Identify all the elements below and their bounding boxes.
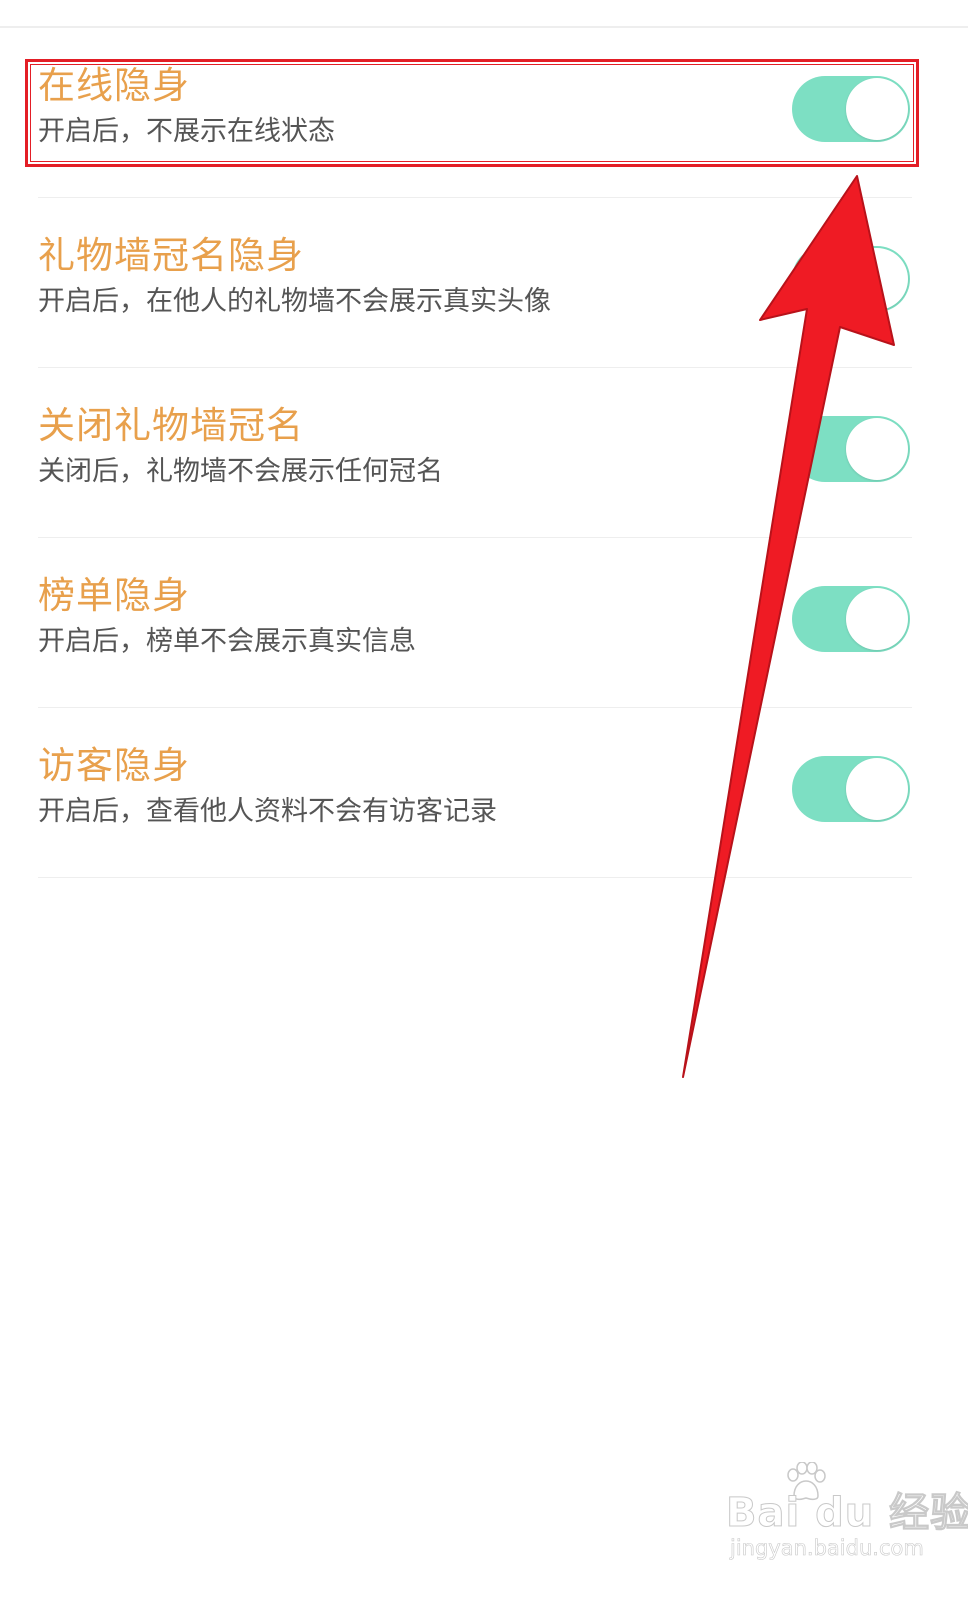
setting-description: 开启后，在他人的礼物墙不会展示真实头像 [38, 286, 551, 317]
setting-description: 开启后，查看他人资料不会有访客记录 [38, 796, 497, 827]
leaderboard-invisible-toggle[interactable] [792, 586, 910, 652]
gift-wall-naming-invisible-toggle[interactable] [792, 246, 910, 312]
setting-title: 礼物墙冠名隐身 [38, 234, 304, 277]
setting-row-visitor-invisible: 访客隐身 开启后，查看他人资料不会有访客记录 [0, 708, 968, 878]
setting-text: 榜单隐身 开启后，榜单不会展示真实信息 [38, 574, 416, 660]
setting-title: 榜单隐身 [38, 574, 190, 617]
setting-description: 关闭后，礼物墙不会展示任何冠名 [38, 456, 443, 487]
toggle-knob [846, 248, 908, 310]
setting-description: 开启后，榜单不会展示真实信息 [38, 626, 416, 657]
row-divider [38, 877, 912, 878]
setting-text: 在线隐身 开启后，不展示在线状态 [38, 64, 335, 150]
toggle-knob [846, 758, 908, 820]
setting-row-close-gift-wall-naming: 关闭礼物墙冠名 关闭后，礼物墙不会展示任何冠名 [0, 368, 968, 538]
visitor-invisible-toggle[interactable] [792, 756, 910, 822]
online-invisible-toggle[interactable] [792, 76, 910, 142]
privacy-settings-list: 在线隐身 开启后，不展示在线状态 礼物墙冠名隐身 开启后，在他人的礼物墙不会展示… [0, 28, 968, 878]
setting-title: 访客隐身 [38, 744, 190, 787]
baidu-jingyan-watermark: Bai du 经验 jingyan.baidu.com [725, 1462, 968, 1572]
setting-row-leaderboard-invisible: 榜单隐身 开启后，榜单不会展示真实信息 [0, 538, 968, 708]
close-gift-wall-naming-toggle[interactable] [792, 416, 910, 482]
setting-row-online-invisible: 在线隐身 开启后，不展示在线状态 [0, 28, 968, 198]
setting-title: 关闭礼物墙冠名 [38, 404, 304, 447]
watermark-logo: Bai du 经验 [725, 1490, 968, 1537]
toggle-knob [846, 418, 908, 480]
setting-text: 访客隐身 开启后，查看他人资料不会有访客记录 [38, 744, 497, 830]
watermark-url: jingyan.baidu.com [730, 1536, 924, 1561]
setting-title: 在线隐身 [38, 64, 190, 107]
setting-description: 开启后，不展示在线状态 [38, 116, 335, 147]
setting-row-gift-wall-naming-invisible: 礼物墙冠名隐身 开启后，在他人的礼物墙不会展示真实头像 [0, 198, 968, 368]
toggle-knob [846, 78, 908, 140]
setting-text: 关闭礼物墙冠名 关闭后，礼物墙不会展示任何冠名 [38, 404, 443, 490]
toggle-knob [846, 588, 908, 650]
setting-text: 礼物墙冠名隐身 开启后，在他人的礼物墙不会展示真实头像 [38, 234, 551, 320]
